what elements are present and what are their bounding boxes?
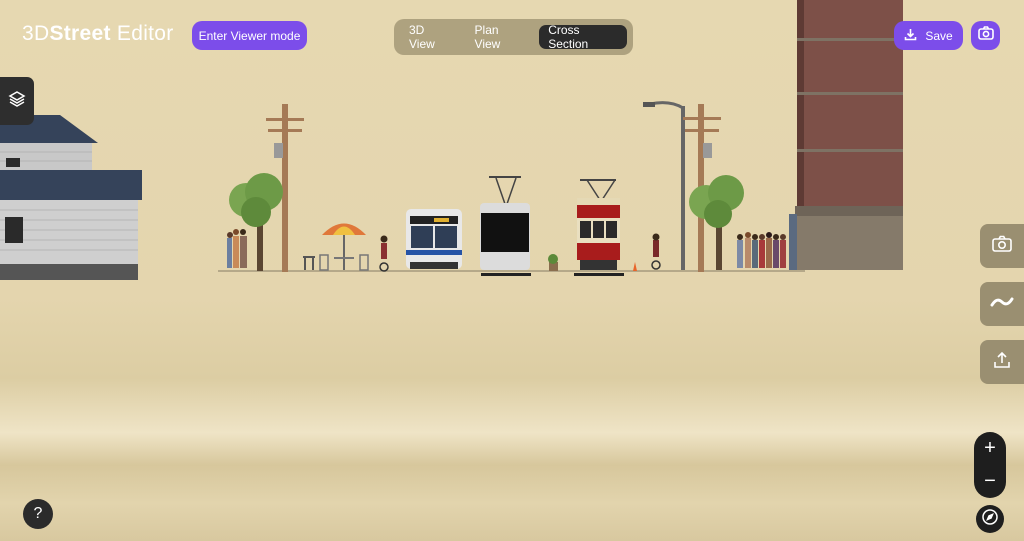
download-icon xyxy=(904,28,917,44)
pedestrians-left xyxy=(227,229,247,268)
house xyxy=(0,115,142,280)
cafe-umbrella xyxy=(303,223,369,271)
enter-viewer-mode-button[interactable]: Enter Viewer mode xyxy=(192,21,307,50)
help-button[interactable]: ? xyxy=(23,499,53,529)
camera-path-button[interactable] xyxy=(980,282,1024,326)
app-logo: 3DStreet Editor xyxy=(22,22,174,46)
pedestrians-right xyxy=(737,232,786,268)
streetcar xyxy=(574,179,624,276)
camera-icon xyxy=(992,235,1012,257)
cyclist-right xyxy=(651,233,661,270)
zoom-out-button[interactable]: − xyxy=(984,470,996,493)
brick-building xyxy=(789,0,903,270)
logo-3d: 3D xyxy=(22,22,50,45)
save-button[interactable]: Save xyxy=(894,21,963,50)
wave-icon xyxy=(990,295,1014,313)
zoom-control: + − xyxy=(974,432,1006,498)
traffic-cone xyxy=(633,262,637,271)
tab-3d-view[interactable]: 3D View xyxy=(400,23,460,51)
cyclist-left xyxy=(379,235,389,272)
tab-plan-view[interactable]: Plan View xyxy=(466,23,534,51)
screenshot-button[interactable] xyxy=(971,21,1000,50)
street-lamp xyxy=(643,101,685,270)
compass-button[interactable] xyxy=(976,505,1004,533)
logo-editor: Editor xyxy=(110,22,174,45)
tree-right xyxy=(689,175,744,270)
logo-street: Street xyxy=(49,22,111,45)
compass-icon xyxy=(981,508,999,531)
view-mode-tabs: 3D View Plan View Cross Section xyxy=(394,19,633,55)
layers-icon xyxy=(8,90,26,113)
planter xyxy=(548,254,558,271)
trolleybus xyxy=(480,176,531,276)
snapshot-button[interactable] xyxy=(980,224,1024,268)
camera-icon xyxy=(977,26,994,45)
share-button[interactable] xyxy=(980,340,1024,384)
upload-icon xyxy=(993,351,1011,374)
zoom-in-button[interactable]: + xyxy=(984,437,996,460)
street-cross-section xyxy=(0,0,903,280)
tab-cross-section[interactable]: Cross Section xyxy=(539,23,627,51)
save-label: Save xyxy=(925,28,953,43)
layers-button[interactable] xyxy=(0,77,34,125)
bus xyxy=(406,209,462,269)
